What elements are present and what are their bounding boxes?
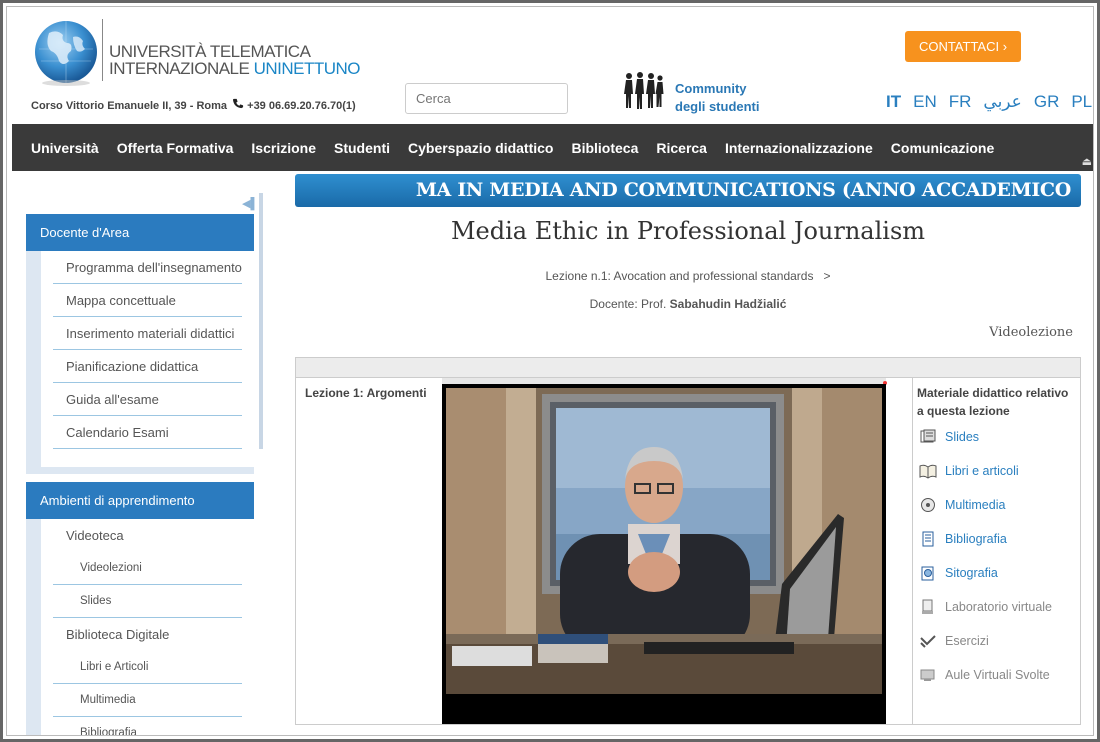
- address: Corso Vittorio Emanuele II, 39 - Roma +3…: [31, 98, 356, 112]
- teacher-label: Docente: Prof.: [589, 297, 670, 311]
- sidebar-item-guida[interactable]: Guida all'esame: [53, 383, 242, 416]
- material-aule-label: Aule Virtuali Svolte: [945, 668, 1050, 682]
- material-libri-label: Libri e articoli: [945, 464, 1019, 478]
- bibliography-icon: [922, 531, 934, 547]
- material-esercizi[interactable]: Esercizi: [913, 624, 1080, 658]
- nav-item-biblioteca[interactable]: Biblioteca: [571, 140, 638, 156]
- material-bibliografia-label: Bibliografia: [945, 532, 1007, 546]
- lang-ar[interactable]: عربي: [983, 92, 1021, 111]
- sidebar-group-videoteca[interactable]: Videoteca: [53, 519, 242, 552]
- logo-line2-b: UNINETTUNO: [253, 59, 361, 78]
- nav-item-studenti[interactable]: Studenti: [334, 140, 390, 156]
- next-lesson-icon[interactable]: >: [823, 269, 830, 283]
- sidebar-panel-docente: Docente d'Area Programma dell'insegnamen…: [26, 214, 254, 474]
- nav-item-internazionalizzazione[interactable]: Internazionalizzazione: [725, 140, 873, 156]
- nav-item-universita[interactable]: Università: [31, 140, 99, 156]
- phone-icon: [233, 98, 244, 112]
- sidebar-panel-ambienti-list: Videoteca Videolezioni Slides Biblioteca…: [41, 519, 254, 735]
- material-esercizi-label: Esercizi: [945, 634, 989, 648]
- collapse-sidebar-icon[interactable]: ◀▌: [242, 197, 258, 210]
- material-multimedia[interactable]: Multimedia: [913, 488, 1080, 522]
- community-link[interactable]: Community degli studenti: [675, 80, 760, 116]
- sidebar-item-libri-articoli[interactable]: Libri e Articoli: [53, 651, 242, 684]
- sidebar-item-bibliografia[interactable]: Bibliografia: [53, 717, 242, 735]
- eject-icon[interactable]: ⏏: [1082, 155, 1092, 168]
- address-text: Corso Vittorio Emanuele II, 39 - Roma: [31, 100, 228, 112]
- exercises-icon: [920, 635, 936, 648]
- sidebar-item-multimedia[interactable]: Multimedia: [53, 684, 242, 717]
- logo-line2-a: INTERNAZIONALE: [109, 59, 254, 78]
- lang-fr[interactable]: FR: [949, 92, 972, 111]
- multimedia-icon: [921, 498, 935, 512]
- sitography-icon: [921, 566, 934, 581]
- sidebar-item-mappa[interactable]: Mappa concettuale: [53, 284, 242, 317]
- community-line1: Community: [675, 81, 747, 96]
- nav-item-iscrizione[interactable]: Iscrizione: [251, 140, 316, 156]
- phone-number: +39 06.69.20.76.70(1): [247, 100, 356, 112]
- lesson-topics-label[interactable]: Lezione 1: Argomenti: [305, 386, 427, 400]
- material-libri-articoli[interactable]: Libri e articoli: [913, 454, 1080, 488]
- logo-line2: INTERNAZIONALE UNINETTUNO: [109, 59, 361, 78]
- material-sitografia[interactable]: Sitografia: [913, 556, 1080, 590]
- community-line2: degli studenti: [675, 99, 760, 114]
- lab-icon: [922, 599, 933, 614]
- lang-gr[interactable]: GR: [1034, 92, 1060, 111]
- teacher-name: Sabahudin Hadžialić: [669, 297, 787, 311]
- sidebar-item-slides[interactable]: Slides: [53, 585, 242, 618]
- sidebar-panel-ambienti-title[interactable]: Ambienti di apprendimento: [26, 482, 254, 519]
- video-player[interactable]: [442, 384, 886, 724]
- main-nav: Università Offerta Formativa Iscrizione …: [12, 124, 1093, 171]
- lesson-content-box: Lezione 1: Argomenti Materiale didattico…: [295, 357, 1081, 725]
- contact-button[interactable]: CONTATTACI ›: [905, 31, 1021, 62]
- language-selector: IT EN FR عربي GR PL: [886, 92, 1093, 112]
- logo-line1: UNIVERSITÀ TELEMATICA: [109, 42, 311, 61]
- sidebar-group-biblioteca-digitale[interactable]: Biblioteca Digitale: [53, 618, 242, 651]
- sidebar-item-inserimento[interactable]: Inserimento materiali didattici: [53, 317, 242, 350]
- material-aule-virtuali[interactable]: Aule Virtuali Svolte: [913, 658, 1080, 692]
- material-slides-label: Slides: [945, 430, 980, 444]
- material-laboratorio-label: Laboratorio virtuale: [945, 600, 1053, 614]
- sidebar-item-pianificazione[interactable]: Pianificazione didattica: [53, 350, 242, 383]
- browser-frame: UNIVERSITÀ TELEMATICA INTERNAZIONALE UNI…: [0, 0, 1100, 742]
- nav-item-offerta-formativa[interactable]: Offerta Formativa: [117, 140, 234, 156]
- sidebar-panel-ambienti: Ambienti di apprendimento Videoteca Vide…: [26, 482, 254, 735]
- teacher-line: Docente: Prof. Sabahudin Hadžialić: [295, 297, 1081, 311]
- sidebar-item-videolezioni[interactable]: Videolezioni: [53, 552, 242, 585]
- lang-en[interactable]: EN: [913, 92, 937, 111]
- sidebar-item-programma[interactable]: Programma dell'insegnamento: [53, 251, 242, 284]
- course-banner: MA IN MEDIA AND COMMUNICATIONS (ANNO ACC…: [295, 174, 1081, 234]
- nav-item-comunicazione[interactable]: Comunicazione: [891, 140, 994, 156]
- community-icon[interactable]: [621, 71, 665, 111]
- material-laboratorio[interactable]: Laboratorio virtuale: [913, 590, 1080, 624]
- nav-item-cyberspazio[interactable]: Cyberspazio didattico: [408, 140, 553, 156]
- material-multimedia-label: Multimedia: [945, 498, 1006, 512]
- slides-icon: [920, 429, 936, 443]
- globe-logo-icon[interactable]: [29, 19, 103, 89]
- materials-title: Materiale didattico relativo a questa le…: [917, 386, 1069, 418]
- material-slides[interactable]: Slides: [913, 420, 1080, 454]
- virtual-classroom-icon: [920, 669, 935, 681]
- sidebar-panel-docente-title[interactable]: Docente d'Area: [26, 214, 254, 251]
- lesson-title: Lezione n.1: Avocation and professional …: [545, 269, 814, 283]
- search-input[interactable]: [405, 83, 568, 114]
- lang-it[interactable]: IT: [886, 92, 901, 111]
- sidebar-scrollbar[interactable]: [259, 193, 263, 449]
- page: UNIVERSITÀ TELEMATICA INTERNAZIONALE UNI…: [6, 6, 1094, 736]
- material-sitografia-label: Sitografia: [945, 566, 998, 580]
- sidebar-item-calendario[interactable]: Calendario Esami: [53, 416, 242, 449]
- page-title: Media Ethic in Professional Journalism: [450, 217, 926, 245]
- university-name[interactable]: UNIVERSITÀ TELEMATICA INTERNAZIONALE UNI…: [109, 42, 361, 78]
- nav-item-ricerca[interactable]: Ricerca: [656, 140, 707, 156]
- lang-pl[interactable]: PL: [1071, 92, 1092, 111]
- materials-panel: Materiale didattico relativo a questa le…: [912, 378, 1080, 724]
- sidebar-panel-docente-list: Programma dell'insegnamento Mappa concet…: [41, 251, 254, 467]
- section-label: Videolezione: [989, 325, 1073, 340]
- content-toolbar: [296, 358, 1080, 378]
- logo-divider: [102, 19, 103, 81]
- material-bibliografia[interactable]: Bibliografia: [913, 522, 1080, 556]
- lesson-selector[interactable]: Lezione n.1: Avocation and professional …: [295, 269, 1081, 283]
- book-icon: [919, 464, 937, 479]
